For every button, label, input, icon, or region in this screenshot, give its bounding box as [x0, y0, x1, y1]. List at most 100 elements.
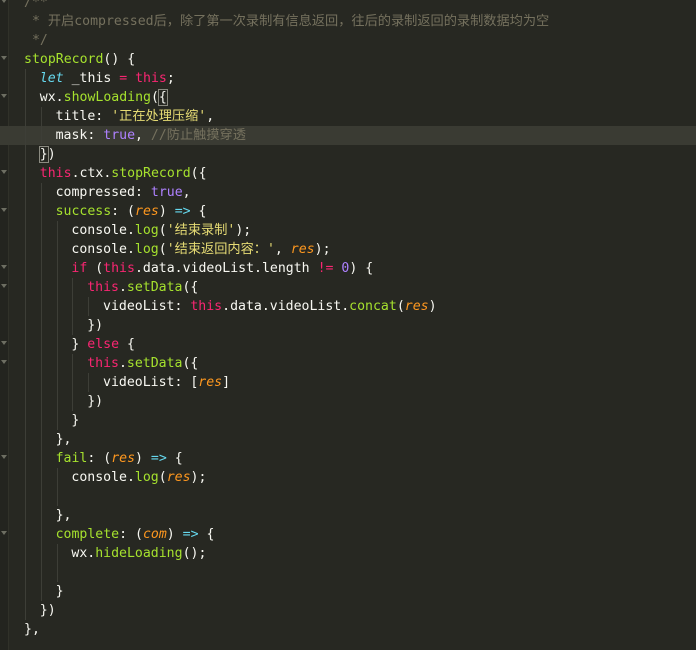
- code-line[interactable]: },: [0, 430, 696, 449]
- indent-guide: [25, 544, 26, 563]
- code-line[interactable]: wx.hideLoading();: [0, 544, 696, 563]
- code-line[interactable]: }): [0, 316, 696, 335]
- code-token: //防止触摸穿透: [150, 128, 246, 143]
- code-line[interactable]: }: [0, 582, 696, 601]
- code-token: if: [71, 261, 88, 276]
- code-line[interactable]: },: [0, 506, 696, 525]
- code-token: .data.videoList.length: [134, 261, 318, 276]
- code-line[interactable]: videoList: this.data.videoList.concat(re…: [0, 297, 696, 316]
- fold-arrow-icon[interactable]: [1, 360, 7, 366]
- code-token: .data.videoList.: [222, 299, 350, 314]
- indent-guide: [72, 392, 74, 411]
- code-line[interactable]: mask: true, //防止触摸穿透: [0, 126, 696, 145]
- code-line[interactable]: compressed: true,: [0, 183, 696, 202]
- code-token: res: [404, 299, 429, 314]
- code-token: (: [150, 90, 159, 105]
- fold-arrow-icon[interactable]: [1, 341, 7, 347]
- code-token: ): [166, 527, 183, 542]
- code-token: ({: [182, 280, 199, 295]
- code-line[interactable]: success: (res) => {: [0, 202, 696, 221]
- fold-arrow-icon[interactable]: [1, 56, 7, 62]
- code-line[interactable]: wx.showLoading({: [0, 88, 696, 107]
- indent-guide: [40, 354, 42, 373]
- indent-guide: [25, 145, 26, 164]
- fold-arrow-icon[interactable]: [1, 208, 7, 214]
- code-line[interactable]: }: [0, 411, 696, 430]
- code-line[interactable]: if (this.data.videoList.length != 0) {: [0, 259, 696, 278]
- indent-guide: [25, 487, 26, 506]
- code-line[interactable]: videoList: [res]: [0, 373, 696, 392]
- code-token: * 开启compressed后，除了第一次录制有信息返回，往后的录制返回的录制数…: [24, 14, 550, 29]
- indent-guide: [25, 354, 26, 373]
- code-token: =>: [150, 451, 167, 466]
- code-token: {: [166, 451, 183, 466]
- fold-arrow-icon[interactable]: [1, 531, 7, 537]
- code-line[interactable]: fail: (res) => {: [0, 449, 696, 468]
- code-token: true: [150, 185, 183, 200]
- code-token: /**: [24, 0, 48, 10]
- code-line[interactable]: title: '正在处理压缩',: [0, 107, 696, 126]
- code-token: .: [118, 356, 127, 371]
- code-line[interactable]: */: [0, 31, 696, 50]
- code-line[interactable]: }): [0, 145, 696, 164]
- code-line[interactable]: console.log('结束录制');: [0, 221, 696, 240]
- code-token: console.: [71, 242, 135, 257]
- fold-arrow-icon[interactable]: [1, 455, 7, 461]
- fold-arrow-icon[interactable]: [1, 170, 7, 176]
- code-token: {: [157, 89, 168, 106]
- code-line[interactable]: let _this = this;: [0, 69, 696, 88]
- code-editor[interactable]: /** * 开启compressed后，除了第一次录制有信息返回，往后的录制返回…: [0, 0, 696, 650]
- code-token: :: [87, 128, 104, 143]
- code-token: );: [314, 242, 331, 257]
- code-token: );: [235, 223, 252, 238]
- code-token: ,: [274, 242, 291, 257]
- indent-guide: [40, 240, 42, 259]
- code-line[interactable]: } else {: [0, 335, 696, 354]
- code-line[interactable]: [0, 487, 696, 506]
- code-line[interactable]: }): [0, 392, 696, 411]
- code-token: log: [134, 242, 159, 257]
- fold-arrow-icon[interactable]: [1, 94, 7, 100]
- code-token: ) {: [349, 261, 374, 276]
- code-token: =>: [174, 204, 191, 219]
- code-token: }: [55, 584, 64, 599]
- code-line[interactable]: this.ctx.stopRecord({: [0, 164, 696, 183]
- code-token: }): [39, 603, 56, 618]
- code-line[interactable]: }): [0, 601, 696, 620]
- code-line[interactable]: * 开启compressed后，除了第一次录制有信息返回，往后的录制返回的录制数…: [0, 12, 696, 31]
- code-line[interactable]: console.log(res);: [0, 468, 696, 487]
- code-token: ,: [135, 128, 151, 143]
- code-token: title: [55, 109, 96, 124]
- indent-guide: [40, 449, 42, 468]
- code-line[interactable]: [0, 563, 696, 582]
- indent-guide: [56, 240, 58, 259]
- code-line[interactable]: this.setData({: [0, 278, 696, 297]
- indent-guide: [25, 449, 26, 468]
- fold-arrow-icon[interactable]: [1, 284, 7, 290]
- indent-guide: [25, 601, 26, 620]
- code-token: '正在处理压缩': [111, 109, 207, 124]
- indent-guide: [56, 354, 58, 373]
- indent-guide: [56, 221, 58, 240]
- code-token: success: [55, 204, 112, 219]
- code-token: },: [55, 432, 72, 447]
- fold-arrow-icon[interactable]: [1, 265, 7, 271]
- indent-guide: [40, 487, 42, 506]
- code-token: ;: [166, 71, 175, 86]
- indent-guide: [40, 411, 42, 430]
- indent-guide: [56, 468, 58, 487]
- indent-guide: [25, 259, 26, 278]
- fold-arrow-icon[interactable]: [1, 0, 7, 5]
- code-token: res: [290, 242, 315, 257]
- indent-guide: [56, 411, 58, 430]
- code-line[interactable]: /**: [0, 0, 696, 12]
- code-line[interactable]: stopRecord() {: [0, 50, 696, 69]
- code-token: }: [38, 146, 49, 163]
- code-line[interactable]: complete: (com) => {: [0, 525, 696, 544]
- indent-guide: [40, 392, 42, 411]
- code-line[interactable]: },: [0, 620, 696, 639]
- code-line[interactable]: console.log('结束返回内容：', res);: [0, 240, 696, 259]
- code-line[interactable]: this.setData({: [0, 354, 696, 373]
- indent-guide: [40, 126, 42, 145]
- code-token: () {: [103, 52, 136, 67]
